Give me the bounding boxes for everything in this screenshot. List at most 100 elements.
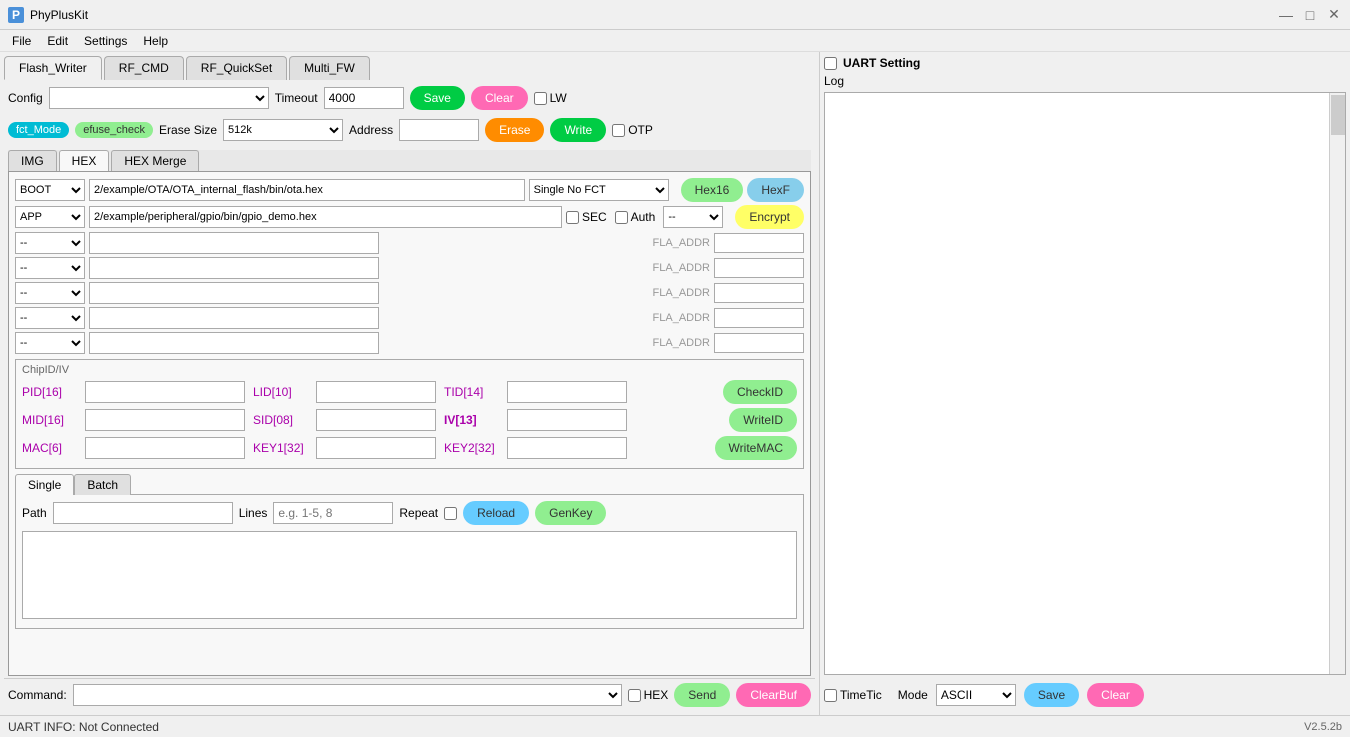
lines-input[interactable] <box>273 502 393 524</box>
mode-select[interactable]: ASCII HEX <box>936 684 1016 706</box>
erase-size-select[interactable]: 512k 256k 128k <box>223 119 343 141</box>
tab-single[interactable]: Single <box>15 474 74 495</box>
repeat-checkbox[interactable] <box>444 507 457 520</box>
tab-rf-cmd[interactable]: RF_CMD <box>104 56 184 80</box>
tab-multi-fw[interactable]: Multi_FW <box>289 56 370 80</box>
iv-input[interactable] <box>507 409 627 431</box>
file-path-2[interactable] <box>89 206 562 228</box>
encrypt-button[interactable]: Encrypt <box>735 205 804 229</box>
auth-label: Auth <box>631 210 656 224</box>
version-text: V2.5.2b <box>1304 721 1342 733</box>
blank-input-5[interactable] <box>89 332 379 354</box>
config-label: Config <box>8 91 43 105</box>
fla-input-5[interactable] <box>714 333 804 353</box>
blank-select-2[interactable]: -- <box>15 257 85 279</box>
blank-input-2[interactable] <box>89 257 379 279</box>
tab-hex[interactable]: HEX <box>59 150 110 171</box>
blank-select-4[interactable]: -- <box>15 307 85 329</box>
send-button[interactable]: Send <box>674 683 730 707</box>
hex16-button[interactable]: Hex16 <box>681 178 744 202</box>
hex-row-2: BOOTAPP-- SEC Auth -- Encrypt <box>15 205 804 229</box>
blank-row-3: -- FLA_ADDR <box>15 282 804 304</box>
minimize-button[interactable]: — <box>1278 7 1294 23</box>
auth-checkbox[interactable] <box>615 211 628 224</box>
writemac-button[interactable]: WriteMAC <box>715 436 797 460</box>
mode-select-1[interactable]: Single No FCTSingle FCTBatch <box>529 179 669 201</box>
menu-settings[interactable]: Settings <box>76 32 135 50</box>
blank-rows: -- FLA_ADDR -- FLA_ADDR <box>15 232 804 354</box>
uart-checkbox[interactable] <box>824 57 837 70</box>
blank-select-5[interactable]: -- <box>15 332 85 354</box>
fla-input-1[interactable] <box>714 233 804 253</box>
timetic-checkbox[interactable] <box>824 689 837 702</box>
chipid-section: ChipID/IV PID[16] LID[10] TID[14] CheckI… <box>15 359 804 469</box>
tid-input[interactable] <box>507 381 627 403</box>
address-input[interactable] <box>399 119 479 141</box>
sb-content: Path Lines Repeat Reload GenKey <box>15 494 804 629</box>
sec-label: SEC <box>582 210 607 224</box>
type-select-2[interactable]: BOOTAPP-- <box>15 206 85 228</box>
fla-input-3[interactable] <box>714 283 804 303</box>
sec-checkbox[interactable] <box>566 211 579 224</box>
mac-input[interactable] <box>85 437 245 459</box>
key2-input[interactable] <box>507 437 627 459</box>
hex-checkbox[interactable] <box>628 689 641 702</box>
maximize-button[interactable]: □ <box>1302 7 1318 23</box>
blank-input-3[interactable] <box>89 282 379 304</box>
otp-checkbox[interactable] <box>612 124 625 137</box>
timeout-input[interactable] <box>324 87 404 109</box>
erase-button[interactable]: Erase <box>485 118 544 142</box>
mid-input[interactable] <box>85 409 245 431</box>
tab-hex-merge[interactable]: HEX Merge <box>111 150 199 171</box>
file-path-1[interactable] <box>89 179 525 201</box>
uart-clear-button[interactable]: Clear <box>1087 683 1144 707</box>
config-row: Config Timeout Save Clear LW <box>4 84 815 112</box>
menu-help[interactable]: Help <box>135 32 176 50</box>
blank-input-4[interactable] <box>89 307 379 329</box>
close-button[interactable]: ✕ <box>1326 7 1342 23</box>
fct-mode-tag[interactable]: fct_Mode <box>8 122 69 138</box>
tab-rf-quickset[interactable]: RF_QuickSet <box>186 56 287 80</box>
blank-row-1: -- FLA_ADDR <box>15 232 804 254</box>
efuse-tag[interactable]: efuse_check <box>75 122 153 138</box>
scroll-thumb[interactable] <box>1331 95 1345 135</box>
reload-button[interactable]: Reload <box>463 501 529 525</box>
clear-button[interactable]: Clear <box>471 86 528 110</box>
hexf-button[interactable]: HexF <box>747 178 804 202</box>
menu-file[interactable]: File <box>4 32 39 50</box>
fla-input-2[interactable] <box>714 258 804 278</box>
single-batch-section: Single Batch Path Lines Repeat Reload <box>15 474 804 629</box>
config-select[interactable] <box>49 87 269 109</box>
pid-input[interactable] <box>85 381 245 403</box>
genkey-button[interactable]: GenKey <box>535 501 606 525</box>
path-input[interactable] <box>53 502 233 524</box>
uart-save-button[interactable]: Save <box>1024 683 1079 707</box>
blank-input-1[interactable] <box>89 232 379 254</box>
blank-row-2: -- FLA_ADDR <box>15 257 804 279</box>
key1-input[interactable] <box>316 437 436 459</box>
batch-textarea[interactable] <box>22 531 797 619</box>
log-scrollbar[interactable] <box>1329 93 1345 674</box>
blank-select-1[interactable]: -- <box>15 232 85 254</box>
auth-select[interactable]: -- <box>663 206 723 228</box>
inner-tab-bar: IMG HEX HEX Merge <box>8 150 811 171</box>
command-select[interactable] <box>73 684 622 706</box>
tab-img[interactable]: IMG <box>8 150 57 171</box>
sb-tab-bar: Single Batch <box>15 474 804 495</box>
blank-select-3[interactable]: -- <box>15 282 85 304</box>
sid-input[interactable] <box>316 409 436 431</box>
tab-flash-writer[interactable]: Flash_Writer <box>4 56 102 80</box>
checkid-button[interactable]: CheckID <box>723 380 797 404</box>
writeid-button[interactable]: WriteID <box>729 408 797 432</box>
save-button[interactable]: Save <box>410 86 465 110</box>
fla-input-4[interactable] <box>714 308 804 328</box>
menu-edit[interactable]: Edit <box>39 32 76 50</box>
otp-checkbox-row: OTP <box>612 123 653 137</box>
tab-batch[interactable]: Batch <box>74 474 131 495</box>
chipid-title: ChipID/IV <box>22 364 797 376</box>
write-button[interactable]: Write <box>550 118 606 142</box>
type-select-1[interactable]: BOOTAPP-- <box>15 179 85 201</box>
clearbuf-button[interactable]: ClearBuf <box>736 683 811 707</box>
lw-checkbox[interactable] <box>534 92 547 105</box>
lid-input[interactable] <box>316 381 436 403</box>
